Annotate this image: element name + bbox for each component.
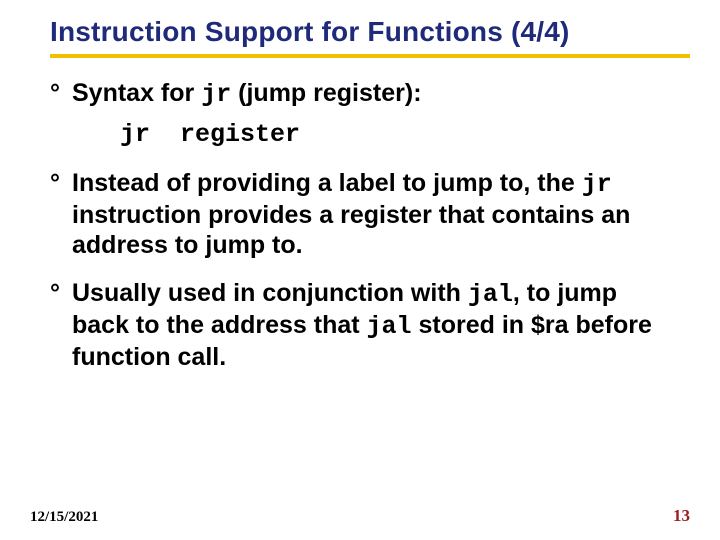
bullet-3-pre: Usually used in conjunction with [72,279,468,307]
bullet-1-sub-code2: register [180,120,300,149]
bullet-1-sub: jr register [120,118,670,150]
bullet-2: Instead of providing a label to jump to,… [50,168,670,260]
bullet-3-text: Usually used in conjunction with jal, to… [50,278,670,372]
slide-body: Syntax for jr (jump register): jr regist… [50,78,670,390]
bullet-3-code2: jal [367,312,412,341]
bullet-1-sub-gap [150,120,180,149]
bullet-1-pre: Syntax for [72,79,201,107]
slide: Instruction Support for Functions (4/4) … [0,0,720,540]
footer-page-number: 13 [673,506,690,526]
footer-date: 12/15/2021 [30,509,98,526]
bullet-1-post: (jump register): [231,79,421,107]
bullet-1: Syntax for jr (jump register): jr regist… [50,78,670,150]
bullet-3-code1: jal [468,280,513,309]
bullet-2-text: Instead of providing a label to jump to,… [50,168,670,260]
bullet-3: Usually used in conjunction with jal, to… [50,278,670,372]
bullet-1-code: jr [201,80,231,109]
bullet-2-code: jr [582,170,612,199]
bullet-1-sub-code1: jr [120,120,150,149]
bullet-2-pre: Instead of providing a label to jump to,… [72,169,582,197]
slide-title: Instruction Support for Functions (4/4) [50,16,690,58]
bullet-2-post: instruction provides a register that con… [72,201,630,259]
bullet-1-text: Syntax for jr (jump register): [50,78,670,110]
